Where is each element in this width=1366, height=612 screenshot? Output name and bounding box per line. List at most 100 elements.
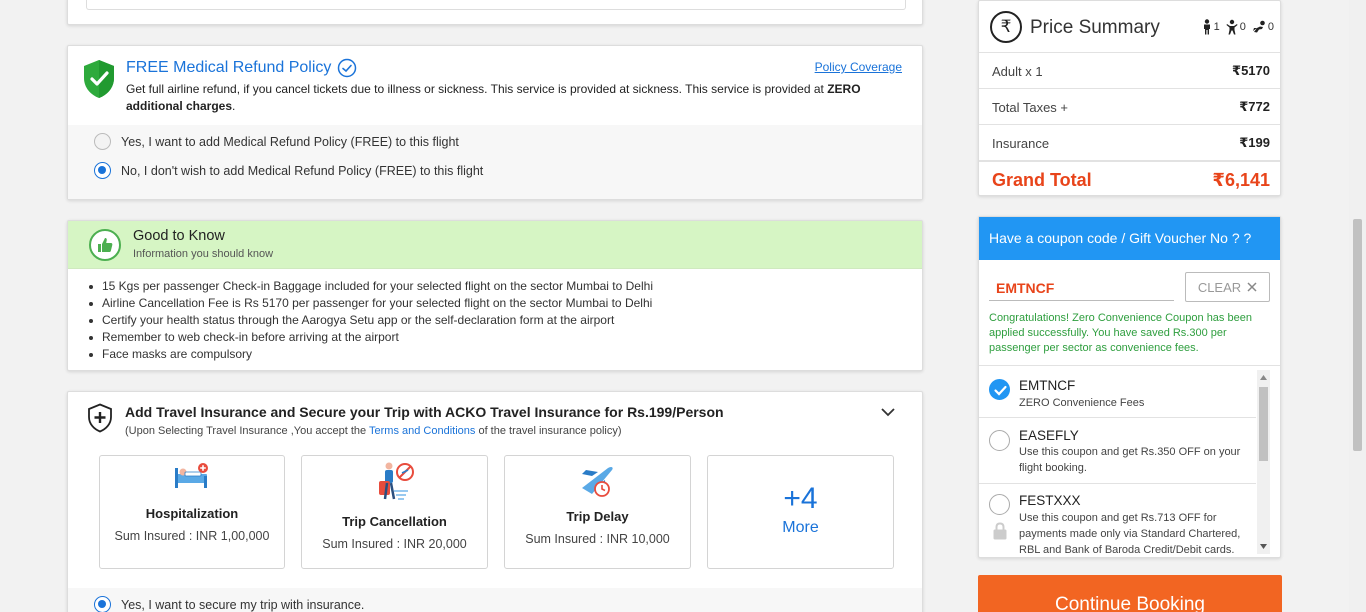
price-row-amount: 199 xyxy=(1248,135,1270,150)
page-scrollbar[interactable] xyxy=(1349,0,1366,612)
price-row-value: ₹199 xyxy=(1239,135,1270,151)
tile-sum-insured: Sum Insured : INR 1,00,000 xyxy=(114,529,270,543)
good-to-know-subtitle: Information you should know xyxy=(133,248,274,260)
coupon-item-emtncf[interactable]: EMTNCF ZERO Convenience Fees xyxy=(979,366,1256,418)
policy-coverage-link[interactable]: Policy Coverage xyxy=(815,60,902,74)
grand-total-value: ₹6,141 xyxy=(1212,170,1270,191)
coupon-code: FESTXXX xyxy=(1019,493,1081,508)
price-row-label: Insurance xyxy=(992,136,1050,151)
medical-refund-title: FREE Medical Refund Policy xyxy=(126,58,357,78)
list-item: 15 Kgs per passenger Check-in Baggage in… xyxy=(89,279,653,293)
grand-total-label: Grand Total xyxy=(992,170,1092,190)
price-row-label: Adult x 1 xyxy=(992,64,1043,79)
travel-insurance-card: Add Travel Insurance and Secure your Tri… xyxy=(67,391,923,612)
insurance-title: Add Travel Insurance and Secure your Tri… xyxy=(125,404,724,420)
coupon-success-message: Congratulations! Zero Convenience Coupon… xyxy=(989,312,1252,354)
insurance-subtitle: (Upon Selecting Travel Insurance ,You ac… xyxy=(125,425,622,437)
rupee-symbol: ₹ xyxy=(1239,99,1249,114)
terms-conditions-link[interactable]: Terms and Conditions xyxy=(369,425,475,437)
plane-delay-icon xyxy=(581,466,613,497)
rupee-symbol: ₹ xyxy=(1232,63,1242,78)
trip-cancel-icon xyxy=(378,462,414,500)
list-item: Airline Cancellation Fee is Rs 5170 per … xyxy=(89,296,653,310)
insurance-yes-label: Yes, I want to secure my trip with insur… xyxy=(121,597,365,612)
medical-refund-card: FREE Medical Refund Policy Policy Covera… xyxy=(67,45,923,200)
more-benefits-tile[interactable]: +4 More xyxy=(707,455,894,569)
medical-refund-title-text: FREE Medical Refund Policy xyxy=(126,59,332,76)
coupon-desc: Use this coupon and get Rs.713 OFF for p… xyxy=(1019,512,1241,556)
shield-check-icon xyxy=(84,60,114,98)
continue-booking-button[interactable]: Continue Booking xyxy=(978,575,1282,612)
coupon-code: EMTNCF xyxy=(1019,378,1076,393)
previous-section-card xyxy=(67,0,923,25)
insurance-yes-radio[interactable] xyxy=(94,596,111,612)
insurance-options: Yes, I want to secure my trip with insur… xyxy=(68,588,922,612)
clear-coupon-button[interactable]: CLEAR xyxy=(1185,272,1270,302)
price-row-label: Total Taxes + xyxy=(992,100,1069,115)
coupon-list-scrollbar[interactable] xyxy=(1257,370,1270,554)
rupee-symbol: ₹ xyxy=(1212,170,1225,190)
good-to-know-card: Good to Know Information you should know… xyxy=(67,220,923,371)
medical-yes-label: Yes, I want to add Medical Refund Policy… xyxy=(121,134,459,149)
good-to-know-title: Good to Know xyxy=(133,228,225,244)
coupon-card: Have a coupon code / Gift Voucher No ? ?… xyxy=(978,216,1281,558)
hospitalization-tile[interactable]: Hospitalization Sum Insured : INR 1,00,0… xyxy=(99,455,285,569)
scroll-up-arrow-icon[interactable] xyxy=(1259,373,1268,382)
child-count-value: 0 xyxy=(1239,21,1246,33)
rupee-symbol: ₹ xyxy=(1239,135,1249,150)
medical-yes-radio[interactable] xyxy=(94,133,111,150)
good-to-know-list: 15 Kgs per passenger Check-in Baggage in… xyxy=(89,278,653,363)
child-count: 0 xyxy=(1226,19,1246,35)
insurance-sub-text-end: of the travel insurance policy) xyxy=(475,425,622,437)
adult-icon xyxy=(1203,19,1210,35)
price-row-value: ₹772 xyxy=(1239,99,1270,115)
coupon-item-easefly[interactable]: EASEFLY Use this coupon and get Rs.350 O… xyxy=(979,418,1256,484)
check-icon xyxy=(994,385,1007,396)
grand-total-amount: 6,141 xyxy=(1224,170,1270,190)
price-row-value: ₹5170 xyxy=(1232,63,1270,79)
price-summary-header: ₹ Price Summary 1 0 0 xyxy=(979,1,1280,53)
coupon-radio[interactable] xyxy=(989,494,1010,515)
medical-refund-description: Get full airline refund, if you cancel t… xyxy=(126,81,906,115)
coupon-radio[interactable] xyxy=(989,430,1010,451)
hospital-bed-icon xyxy=(175,463,208,488)
price-summary-card: ₹ Price Summary 1 0 0 Adult x 1 ₹5170 To… xyxy=(978,0,1281,196)
medical-no-radio[interactable] xyxy=(94,162,111,179)
medical-no-label: No, I don't wish to add Medical Refund P… xyxy=(121,163,484,178)
tile-sum-insured: Sum Insured : INR 20,000 xyxy=(322,537,467,551)
insurance-yes-option[interactable]: Yes, I want to secure my trip with insur… xyxy=(94,596,364,612)
child-icon xyxy=(1226,19,1238,35)
medical-no-option[interactable]: No, I don't wish to add Medical Refund P… xyxy=(94,162,483,179)
scroll-down-arrow-icon[interactable] xyxy=(1259,542,1268,551)
tile-name: Hospitalization xyxy=(145,506,239,521)
coupon-list: EMTNCF ZERO Convenience Fees EASEFLY Use… xyxy=(979,365,1280,557)
close-icon xyxy=(1247,282,1257,292)
coupon-header: Have a coupon code / Gift Voucher No ? ? xyxy=(979,217,1280,260)
list-item: Remember to web check-in before arriving… xyxy=(89,329,653,346)
medical-yes-option[interactable]: Yes, I want to add Medical Refund Policy… xyxy=(94,133,459,150)
more-count: +4 xyxy=(783,482,818,515)
chevron-down-icon[interactable] xyxy=(880,406,896,418)
price-row-adult: Adult x 1 ₹5170 xyxy=(979,53,1280,89)
insurance-sub-text: (Upon Selecting Travel Insurance ,You ac… xyxy=(125,425,369,437)
coupon-radio-selected[interactable] xyxy=(989,379,1010,400)
thumbs-up-icon xyxy=(89,229,121,261)
rupee-icon: ₹ xyxy=(990,11,1022,43)
good-to-know-header: Good to Know Information you should know xyxy=(68,221,922,269)
grand-total-row: Grand Total ₹6,141 xyxy=(979,161,1280,197)
price-row-taxes[interactable]: Total Taxes + ₹772 xyxy=(979,89,1280,125)
coupon-item-festxxx[interactable]: FESTXXX Use this coupon and get Rs.713 O… xyxy=(979,484,1256,557)
infant-count-value: 0 xyxy=(1267,21,1274,33)
coupon-code-input[interactable] xyxy=(989,275,1174,301)
scroll-thumb[interactable] xyxy=(1259,387,1268,461)
verified-check-icon xyxy=(338,58,357,78)
desc-main: Get full airline refund, if you cancel t… xyxy=(126,82,828,96)
trip-delay-tile[interactable]: Trip Delay Sum Insured : INR 10,000 xyxy=(504,455,691,569)
tile-name: Trip Delay xyxy=(566,509,629,524)
trip-cancellation-tile[interactable]: Trip Cancellation Sum Insured : INR 20,0… xyxy=(301,455,488,569)
price-row-insurance: Insurance ₹199 xyxy=(979,125,1280,161)
coupon-code: EASEFLY xyxy=(1019,428,1079,443)
clear-button-label: CLEAR xyxy=(1197,279,1242,295)
adult-count: 1 xyxy=(1202,19,1220,35)
page-scroll-thumb[interactable] xyxy=(1353,219,1362,451)
